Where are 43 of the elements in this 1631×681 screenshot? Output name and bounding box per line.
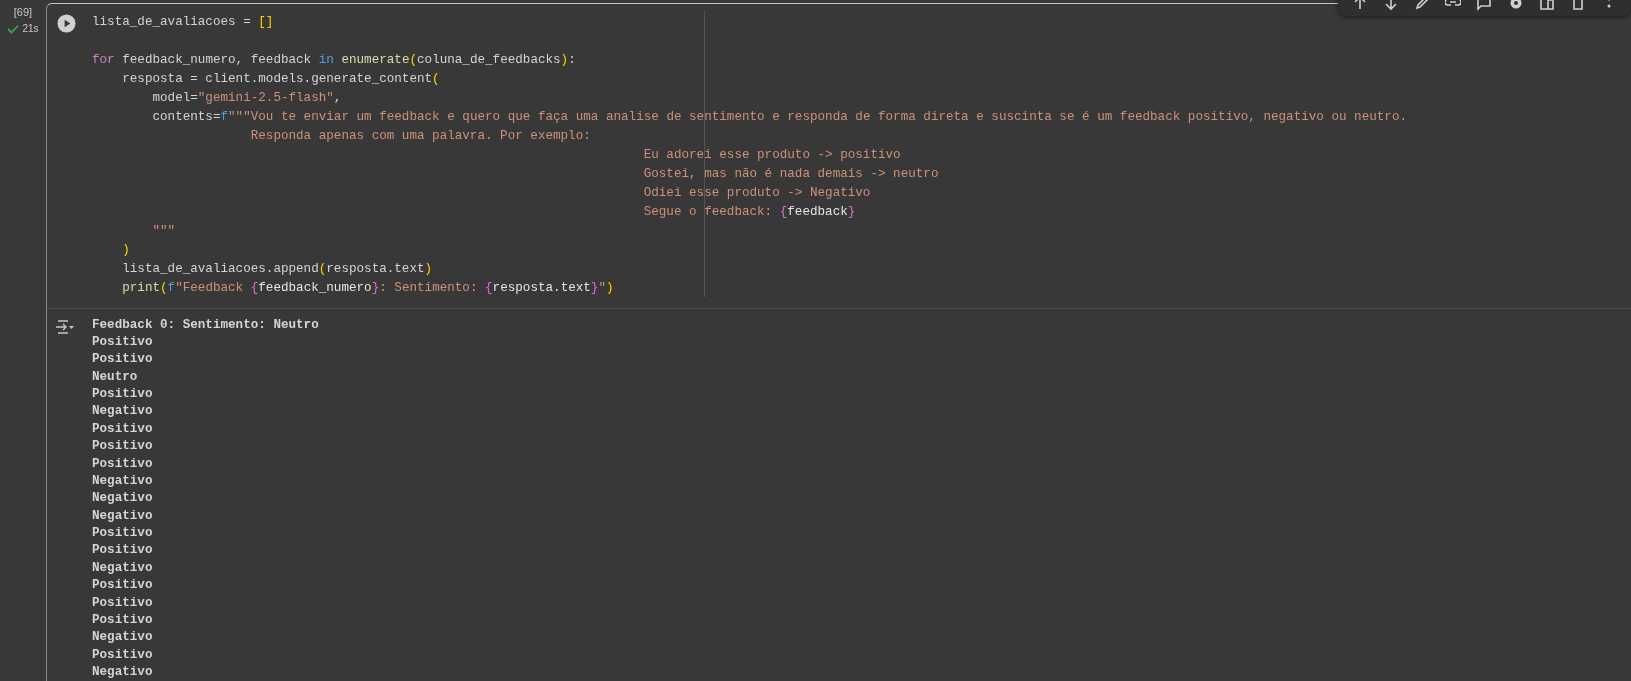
code-line: Gostei, mas não é nada demais -> neutro bbox=[642, 165, 939, 183]
pencil-icon[interactable] bbox=[1414, 0, 1431, 11]
code-line: Segue o feedback: {feedback} bbox=[642, 203, 856, 221]
code-line: Responda apenas com uma palavra. Por exemplo: bbox=[249, 127, 591, 145]
code-line: print(f"Feedback {feedback_numero}: Sentimento: {resposta.text}") bbox=[121, 279, 614, 297]
output-line: Positivo bbox=[92, 611, 153, 629]
output-line: Positivo bbox=[92, 386, 153, 404]
code-line: lista_de_avaliacoes.append(resposta.text) bbox=[121, 260, 433, 278]
output-line: Neutro bbox=[92, 368, 138, 386]
code-line: ) bbox=[121, 241, 130, 259]
mirror-icon[interactable] bbox=[1538, 0, 1555, 11]
output-line: Positivo bbox=[92, 455, 153, 473]
output-line: Positivo bbox=[92, 646, 153, 664]
output-line: Negativo bbox=[92, 507, 153, 525]
output-line: Negativo bbox=[92, 472, 153, 490]
code-line: Eu adorei esse produto -> positivo bbox=[642, 146, 901, 164]
execution-time: 21s bbox=[22, 23, 39, 34]
output-line: Feedback 0: Sentimento: Neutro bbox=[92, 316, 319, 334]
output-line: Positivo bbox=[92, 577, 153, 595]
output-line: Negativo bbox=[92, 664, 153, 681]
output-line: Negativo bbox=[92, 490, 153, 508]
output-line: Positivo bbox=[92, 420, 153, 438]
code-line: contents=f"""Vou te enviar um feedback e quero que faça uma analise de sentimento e responda de forma direta e suscinta se é um feedback positivo, negativo ou neutro. bbox=[151, 108, 1407, 126]
output-line: Negativo bbox=[92, 629, 153, 647]
comment-icon[interactable] bbox=[1476, 0, 1493, 11]
code-line: """ bbox=[151, 222, 176, 240]
output-line: Positivo bbox=[92, 594, 153, 612]
code-line: for feedback_numero, feedback in enumerate(coluna_de_feedbacks): bbox=[92, 51, 576, 69]
output-line: Positivo bbox=[92, 525, 153, 543]
output-line: Negativo bbox=[92, 403, 153, 421]
output-line: Positivo bbox=[92, 333, 153, 351]
output-line: Positivo bbox=[92, 351, 153, 369]
code-line: Odiei esse produto -> Negativo bbox=[642, 184, 871, 202]
output-line: Positivo bbox=[92, 542, 153, 560]
code-line: resposta = client.models.generate_content( bbox=[121, 70, 440, 88]
execution-count: [69] bbox=[13, 6, 33, 18]
output-menu-icon[interactable] bbox=[55, 318, 75, 335]
code-line: lista_de_avaliacoes = [] bbox=[92, 14, 274, 31]
run-button[interactable] bbox=[57, 14, 76, 33]
output-line: Positivo bbox=[92, 438, 153, 456]
arrow-down-icon[interactable] bbox=[1382, 0, 1399, 11]
code-line: model="gemini-2.5-flash", bbox=[151, 89, 342, 107]
output-line: Negativo bbox=[92, 559, 153, 577]
